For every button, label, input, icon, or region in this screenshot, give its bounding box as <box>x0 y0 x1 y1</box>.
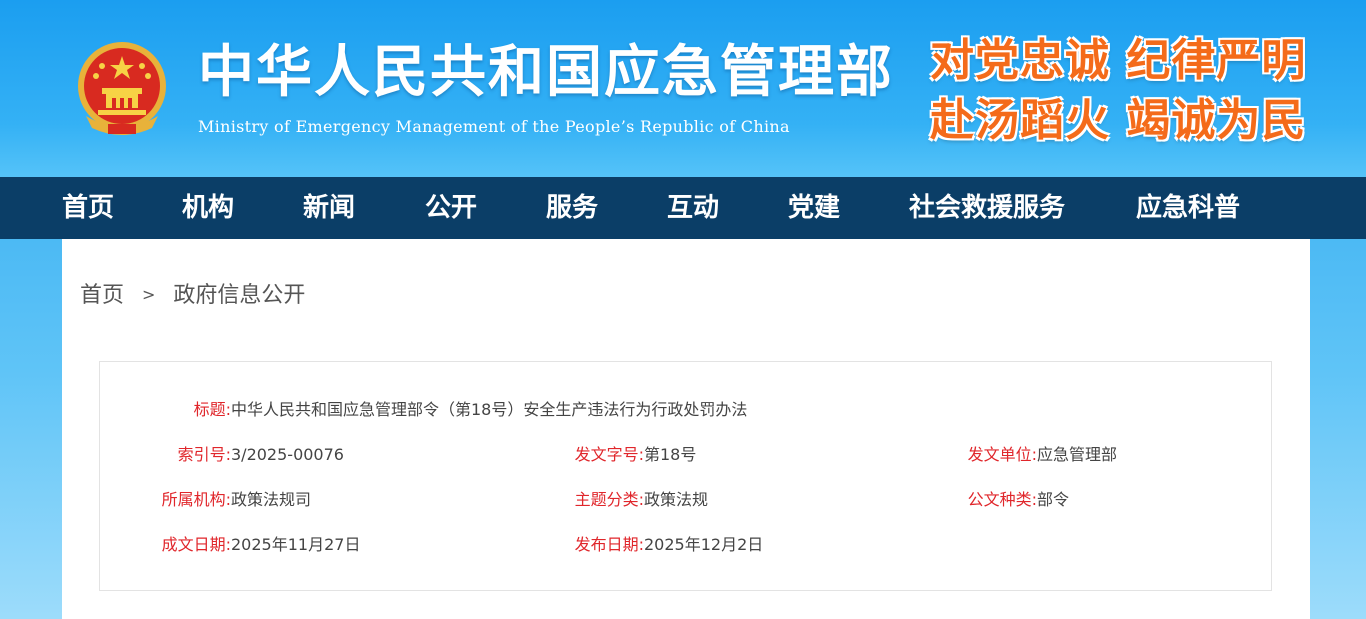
main-nav: 首页 机构 新闻 公开 服务 互动 党建 社会救援服务 应急科普 <box>0 177 1366 239</box>
national-emblem-icon[interactable] <box>72 38 172 140</box>
created-date-label: 成文日期: <box>161 535 231 554</box>
agency-value: 政策法规司 <box>231 490 312 509</box>
doc-type-value: 部令 <box>1037 490 1070 509</box>
site-subtitle: Ministry of Emergency Management of the … <box>198 117 790 136</box>
nav-item-services[interactable]: 服务 <box>546 177 598 239</box>
slogan-line-1: 对党忠诚 纪律严明 <box>930 35 1307 86</box>
published-date-value: 2025年12月2日 <box>644 535 764 554</box>
nav-item-news[interactable]: 新闻 <box>303 177 355 239</box>
category-value: 政策法规 <box>644 490 709 509</box>
doc-number-value: 第18号 <box>644 445 697 464</box>
field-title: 标题:中华人民共和国应急管理部令（第18号）安全生产违法行为行政处罚办法 <box>100 400 748 420</box>
breadcrumb-home-link[interactable]: 首页 <box>80 283 124 308</box>
field-doc-type: 公文种类:部令 <box>955 490 1069 510</box>
index-label: 索引号: <box>177 445 231 464</box>
issuer-value: 应急管理部 <box>1037 445 1118 464</box>
nav-item-interaction[interactable]: 互动 <box>667 177 719 239</box>
nav-item-disclosure[interactable]: 公开 <box>425 177 477 239</box>
issuer-label: 发文单位: <box>967 445 1037 464</box>
breadcrumb-separator: > <box>142 285 156 304</box>
slogan-line-2: 赴汤蹈火 竭诚为民 <box>930 95 1307 146</box>
index-value: 3/2025-00076 <box>231 445 344 464</box>
site-header: 中华人民共和国应急管理部 Ministry of Emergency Manag… <box>0 0 1366 177</box>
nav-item-party-building[interactable]: 党建 <box>788 177 840 239</box>
doc-type-label: 公文种类: <box>967 490 1037 509</box>
published-date-label: 发布日期: <box>574 535 644 554</box>
field-issuer: 发文单位:应急管理部 <box>955 445 1117 465</box>
field-category: 主题分类:政策法规 <box>562 490 708 510</box>
site-title: 中华人民共和国应急管理部 <box>198 40 894 105</box>
breadcrumb: 首页 > 政府信息公开 <box>80 277 305 309</box>
field-index: 索引号:3/2025-00076 <box>100 445 344 465</box>
field-published-date: 发布日期:2025年12月2日 <box>562 535 764 555</box>
nav-item-home[interactable]: 首页 <box>62 177 114 239</box>
created-date-value: 2025年11月27日 <box>231 535 361 554</box>
field-agency: 所属机构:政策法规司 <box>100 490 311 510</box>
doc-number-label: 发文字号: <box>574 445 644 464</box>
title-value: 中华人民共和国应急管理部令（第18号）安全生产违法行为行政处罚办法 <box>231 400 748 419</box>
field-doc-number: 发文字号:第18号 <box>562 445 697 465</box>
category-label: 主题分类: <box>574 490 644 509</box>
breadcrumb-current-link[interactable]: 政府信息公开 <box>173 283 305 308</box>
agency-label: 所属机构: <box>161 490 231 509</box>
field-created-date: 成文日期:2025年11月27日 <box>100 535 361 555</box>
document-info-box: 标题:中华人民共和国应急管理部令（第18号）安全生产违法行为行政处罚办法 索引号… <box>99 361 1272 591</box>
nav-item-social-rescue[interactable]: 社会救援服务 <box>909 177 1065 239</box>
main-content: 首页 > 政府信息公开 标题:中华人民共和国应急管理部令（第18号）安全生产违法行为… <box>62 239 1310 619</box>
nav-item-emergency-science[interactable]: 应急科普 <box>1136 177 1240 239</box>
nav-item-organization[interactable]: 机构 <box>182 177 234 239</box>
title-label: 标题: <box>193 400 231 419</box>
